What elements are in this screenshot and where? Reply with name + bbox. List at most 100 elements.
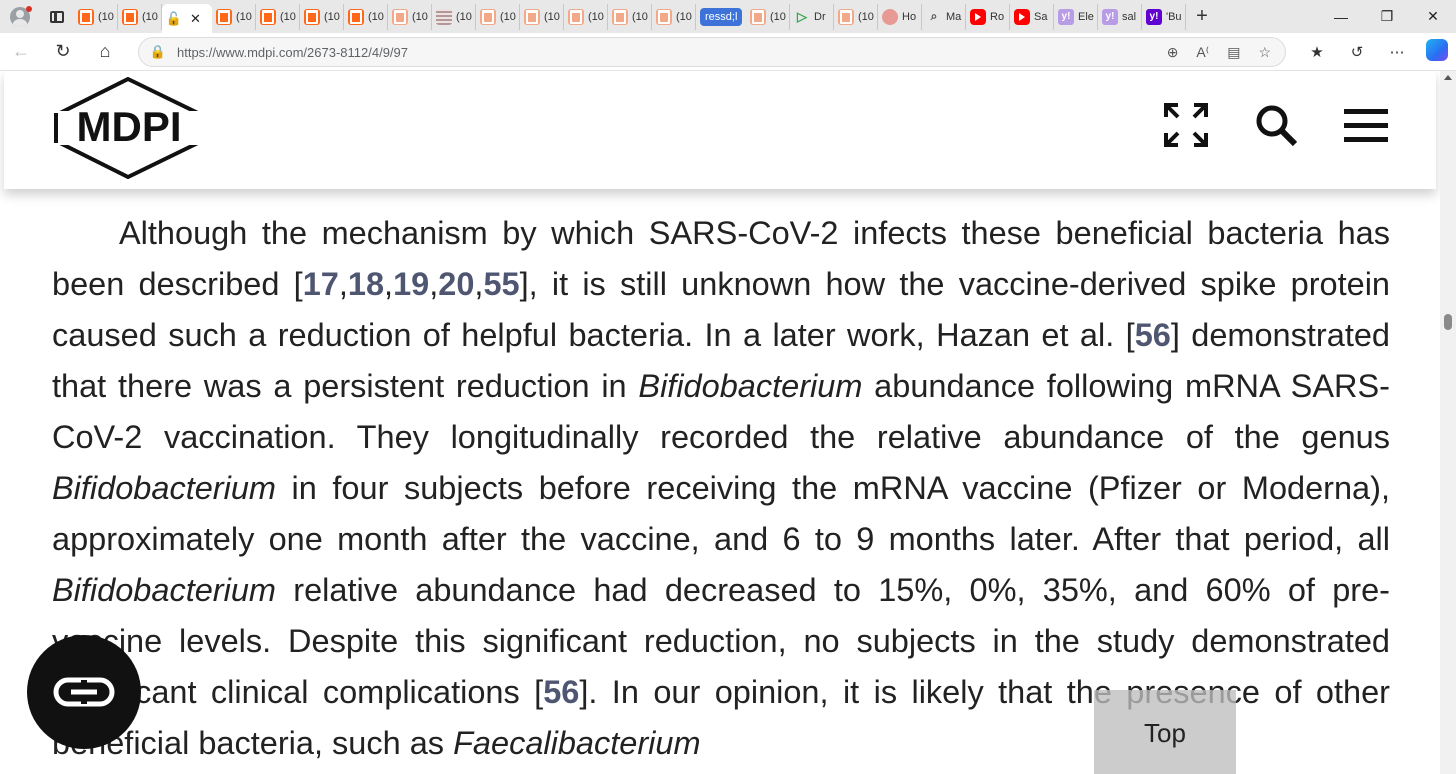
browser-tab[interactable]: (10 bbox=[608, 3, 652, 30]
page-viewport: MDPI Although the mechanism by which SAR… bbox=[0, 71, 1440, 774]
browser-tab[interactable]: Ro bbox=[966, 3, 1010, 30]
browser-tab[interactable]: (10 bbox=[746, 3, 790, 30]
minimize-button[interactable]: — bbox=[1318, 9, 1364, 25]
browser-tab[interactable]: Ho bbox=[878, 3, 922, 30]
browser-actions: ★ ↺ ⋯ bbox=[1304, 33, 1450, 71]
genus-name: Bifidobacterium bbox=[52, 470, 276, 506]
tab-label: (10 bbox=[98, 10, 114, 23]
reference-link[interactable]: 18 bbox=[348, 266, 384, 302]
tab-label: Ma bbox=[946, 10, 962, 23]
youtube-icon bbox=[1014, 8, 1030, 25]
browser-tab[interactable]: (10 bbox=[344, 3, 388, 30]
browser-tab[interactable]: (10 bbox=[300, 3, 344, 30]
tab-label: 'Bu bbox=[1166, 10, 1182, 23]
tab-label: (10 bbox=[544, 10, 560, 23]
browser-tab[interactable]: y! sal bbox=[1098, 3, 1142, 30]
logo-text: MDPI bbox=[77, 103, 182, 150]
back-to-top-button[interactable]: Top bbox=[1094, 690, 1236, 774]
substack-icon bbox=[612, 8, 628, 25]
mdpi-lock-icon: 🔓 bbox=[165, 10, 183, 26]
browser-tab[interactable]: Sa bbox=[1010, 3, 1054, 30]
browser-tab[interactable]: (10 bbox=[834, 3, 878, 30]
tab-label: (10 bbox=[280, 10, 296, 23]
reference-link[interactable]: 56 bbox=[1135, 317, 1171, 353]
avatar-icon bbox=[882, 8, 898, 25]
reference-link[interactable]: 56 bbox=[543, 674, 579, 710]
browser-tab[interactable]: (10 bbox=[564, 3, 608, 30]
immersive-reader-icon[interactable]: ▤ bbox=[1227, 44, 1240, 61]
search-icon: ⌕ bbox=[930, 9, 938, 23]
browser-tab[interactable]: (10 bbox=[118, 3, 162, 30]
yahoo-icon: y! bbox=[1102, 8, 1118, 25]
search-icon[interactable] bbox=[1254, 103, 1298, 147]
browser-tab[interactable]: (10 bbox=[74, 3, 118, 30]
url-text[interactable]: https://www.mdpi.com/2673-8112/4/9/97 bbox=[177, 45, 1167, 60]
restore-button[interactable]: ❐ bbox=[1364, 8, 1410, 25]
scroll-up-arrow-icon[interactable] bbox=[1444, 75, 1452, 80]
browser-tab[interactable]: (10 bbox=[432, 3, 476, 30]
reader-floating-button[interactable] bbox=[27, 635, 141, 749]
site-info-icon[interactable]: 🔒 bbox=[139, 44, 177, 60]
read-aloud-icon[interactable]: A⁽ bbox=[1196, 44, 1209, 61]
profile-avatar-icon[interactable] bbox=[0, 0, 40, 33]
tab-label: Ele bbox=[1078, 10, 1094, 23]
substack-icon bbox=[524, 8, 540, 25]
tab-label: Ro bbox=[990, 10, 1005, 23]
reference-link[interactable]: 20 bbox=[438, 266, 474, 302]
article-paragraph: Although the mechanism by which SARS-CoV… bbox=[52, 215, 1390, 761]
browser-tab[interactable]: ▷ Dr bbox=[790, 3, 834, 30]
back-button[interactable]: ← bbox=[0, 41, 42, 62]
favorite-star-icon[interactable]: ☆ bbox=[1258, 44, 1271, 61]
genus-name: Bifidobacterium bbox=[638, 368, 863, 404]
header-actions bbox=[1164, 103, 1388, 147]
tab-label: sal bbox=[1122, 10, 1137, 23]
tab-label: (10 bbox=[236, 10, 252, 23]
close-tab-icon[interactable]: ✕ bbox=[190, 11, 201, 27]
browser-tab[interactable]: (10 bbox=[388, 3, 432, 30]
site-header: MDPI bbox=[4, 71, 1436, 189]
tab-label: (10 bbox=[142, 10, 158, 23]
tab-list: (10 (10 🔓 ✕ (10 (10 (10 (10 (10 (10 (10 (10 (10 (10 (1… bbox=[74, 0, 1186, 33]
play-icon: ▷ bbox=[797, 8, 807, 24]
history-icon[interactable]: ↺ bbox=[1344, 43, 1370, 61]
browser-tab[interactable]: (10 bbox=[256, 3, 300, 30]
reference-link[interactable]: 17 bbox=[303, 266, 339, 302]
new-tab-button[interactable]: + bbox=[1186, 5, 1218, 28]
substack-icon bbox=[656, 8, 672, 25]
favorites-icon[interactable]: ★ bbox=[1304, 43, 1330, 61]
browser-toolbar: ← ↻ ⌂ 🔒 https://www.mdpi.com/2673-8112/4… bbox=[0, 33, 1456, 71]
scrollbar-thumb[interactable] bbox=[1444, 314, 1452, 330]
youtube-icon bbox=[970, 8, 986, 25]
genus-name: Faecalibacterium bbox=[453, 725, 701, 761]
expand-icon[interactable] bbox=[1164, 103, 1208, 147]
browser-tab[interactable]: (10 bbox=[520, 3, 564, 30]
active-tab[interactable]: 🔓 ✕ bbox=[162, 4, 212, 33]
copilot-icon[interactable] bbox=[1424, 39, 1450, 65]
tab-label: (10 bbox=[588, 10, 604, 23]
browser-tab[interactable]: ressd;l bbox=[696, 4, 746, 30]
reference-link[interactable]: 55 bbox=[483, 266, 519, 302]
close-window-button[interactable]: ✕ bbox=[1410, 8, 1456, 25]
home-button[interactable]: ⌂ bbox=[84, 41, 126, 62]
reload-button[interactable]: ↻ bbox=[42, 41, 84, 62]
yahoo-icon: y! bbox=[1058, 8, 1074, 25]
menu-icon[interactable] bbox=[1344, 107, 1388, 143]
tab-label: (10 bbox=[456, 10, 472, 23]
page-scrollbar[interactable] bbox=[1440, 71, 1456, 774]
yahoo-icon: y! bbox=[1146, 8, 1162, 25]
substack-icon bbox=[838, 8, 854, 25]
mdpi-logo[interactable]: MDPI bbox=[52, 77, 206, 179]
tab-label: Ho bbox=[902, 10, 917, 23]
zoom-icon[interactable]: ⊕ bbox=[1167, 44, 1179, 61]
browser-tab[interactable]: y! 'Bu bbox=[1142, 3, 1186, 30]
browser-tab[interactable]: ⌕ Ma bbox=[922, 3, 966, 30]
reference-link[interactable]: 19 bbox=[393, 266, 429, 302]
browser-tab[interactable]: (10 bbox=[212, 3, 256, 30]
substack-icon bbox=[260, 8, 276, 25]
extensions-icon[interactable]: ⋯ bbox=[1384, 43, 1410, 61]
browser-tab[interactable]: (10 bbox=[652, 3, 696, 30]
address-bar[interactable]: 🔒 https://www.mdpi.com/2673-8112/4/9/97 … bbox=[138, 37, 1286, 67]
browser-tab[interactable]: (10 bbox=[476, 3, 520, 30]
tab-actions-icon[interactable] bbox=[40, 0, 74, 33]
browser-tab[interactable]: y! Ele bbox=[1054, 3, 1098, 30]
